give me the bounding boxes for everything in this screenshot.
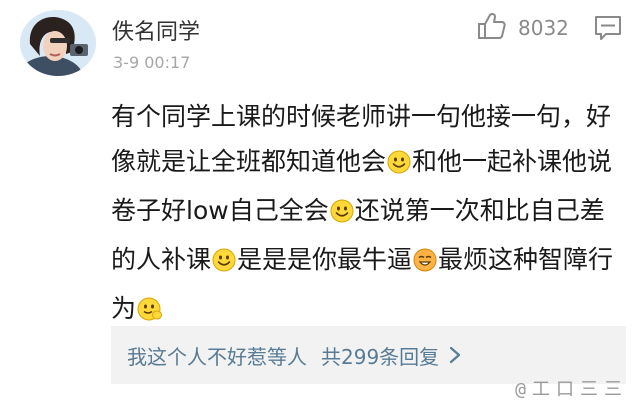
reply-preview-text: 我这个人不好惹等人 — [127, 344, 307, 369]
comment-body: 有个同学上课的时候老师讲一句他接一句，好像就是让全班都知道他会 和他一起补课他说卷… — [111, 94, 626, 335]
username[interactable]: 佚名同学 — [112, 14, 200, 46]
comment-text-segment: 是是是你最牛逼 — [237, 245, 413, 274]
comment-card: 佚名同学 3-9 00:17 8032 有个同学上课的时候老师讲一句他接一句，好… — [0, 0, 640, 405]
grin-emoji-icon — [413, 241, 437, 286]
avatar[interactable] — [20, 10, 96, 76]
like-button[interactable]: 8032 — [476, 12, 569, 44]
thumbs-up-icon — [476, 12, 506, 44]
watermark: @工口三三 — [515, 379, 628, 400]
chevron-right-icon — [449, 346, 461, 364]
smile-emoji-icon — [387, 143, 411, 188]
smile-emoji-icon — [212, 241, 236, 286]
like-count: 8032 — [518, 16, 569, 40]
timestamp: 3-9 00:17 — [113, 53, 191, 72]
reply-count: 共299条回复 — [321, 344, 440, 369]
smile-emoji-icon — [330, 192, 354, 237]
comment-icon[interactable] — [594, 15, 622, 45]
